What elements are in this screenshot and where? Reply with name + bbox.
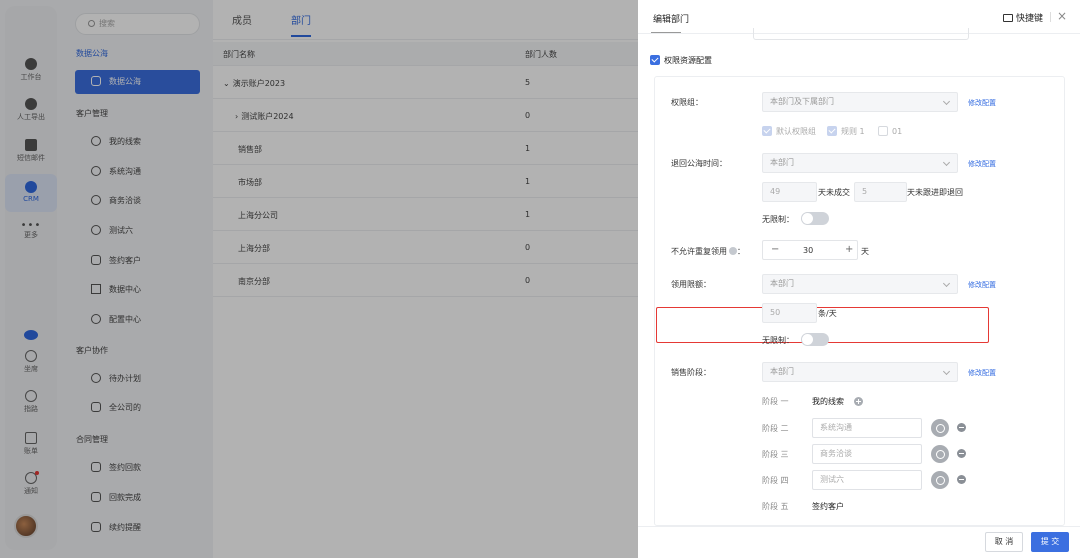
option-label: 默认权限组 xyxy=(776,127,816,136)
permission-config-checkbox[interactable]: 权限资源配置 xyxy=(650,55,712,66)
sales-stage-label: 销售阶段： xyxy=(671,368,711,377)
checkbox-checked-icon xyxy=(650,55,660,65)
permission-panel: 权限组： 本部门及下属部门 修改配置 默认权限组 规则 1 01 退回公海时间：… xyxy=(654,76,1065,526)
chevron-down-icon xyxy=(942,279,951,288)
no-deal-text: 天未成交 xyxy=(818,188,850,197)
permission-group-edit-link[interactable]: 修改配置 xyxy=(968,98,996,108)
stage-5-label: 阶段 五 xyxy=(762,502,789,511)
stage-4-label: 阶段 四 xyxy=(762,476,789,485)
unlimited-label: 无限制： xyxy=(762,215,794,224)
increment-button[interactable]: + xyxy=(845,244,853,255)
drawer-footer: 取 消 提 交 xyxy=(638,526,1080,558)
scrolled-field-input[interactable] xyxy=(753,28,969,40)
close-icon[interactable]: × xyxy=(1057,9,1067,23)
sales-stage-select[interactable]: 本部门 xyxy=(762,362,958,382)
chevron-down-icon xyxy=(942,158,951,167)
permission-config-label: 权限资源配置 xyxy=(664,56,712,65)
return-time-select[interactable]: 本部门 xyxy=(762,153,958,173)
stage-4-input[interactable]: 测试六 xyxy=(812,470,922,490)
submit-button[interactable]: 提 交 xyxy=(1031,532,1069,552)
stage-1-value: 我的线索 xyxy=(812,397,844,406)
divider xyxy=(1050,12,1051,22)
permission-group-select[interactable]: 本部门及下属部门 xyxy=(762,92,958,112)
select-value: 本部门 xyxy=(770,279,794,288)
claim-limit-edit-link[interactable]: 修改配置 xyxy=(968,280,996,290)
keyboard-icon xyxy=(1002,14,1013,22)
option-01[interactable]: 01 xyxy=(878,126,902,136)
sales-stage-edit-link[interactable]: 修改配置 xyxy=(968,368,996,378)
no-repeat-claim-text: 不允许重复领用 xyxy=(671,247,727,256)
label-colon: ： xyxy=(737,247,745,256)
option-label: 规则 1 xyxy=(841,127,865,136)
help-icon[interactable] xyxy=(729,247,737,255)
stage-2-label: 阶段 二 xyxy=(762,424,789,433)
unlimited-toggle[interactable] xyxy=(801,212,829,225)
stage-2-input[interactable]: 系统沟通 xyxy=(812,418,922,438)
stage-1-label: 阶段 一 xyxy=(762,397,789,406)
stage-5-value: 签约客户 xyxy=(812,502,844,511)
return-time-label: 退回公海时间： xyxy=(671,159,727,168)
remove-stage-icon[interactable] xyxy=(957,423,966,432)
cancel-button[interactable]: 取 消 xyxy=(985,532,1023,552)
option-label: 01 xyxy=(892,127,903,136)
no-repeat-days-stepper[interactable]: − 30 + xyxy=(762,240,858,260)
add-stage-icon[interactable] xyxy=(854,397,863,406)
permission-group-label: 权限组： xyxy=(671,98,703,107)
option-default-group[interactable]: 默认权限组 xyxy=(762,126,816,137)
modal-overlay[interactable] xyxy=(0,0,638,558)
stepper-value: 30 xyxy=(803,246,814,255)
stage-icon-picker[interactable] xyxy=(931,419,949,437)
remove-stage-icon[interactable] xyxy=(957,449,966,458)
no-follow-text: 天未跟进即退回 xyxy=(907,188,963,197)
stage-3-input[interactable]: 商务洽谈 xyxy=(812,444,922,464)
stage-icon-picker[interactable] xyxy=(931,445,949,463)
return-time-edit-link[interactable]: 修改配置 xyxy=(968,159,996,169)
stage-icon-picker[interactable] xyxy=(931,471,949,489)
unlimited-label: 无限制： xyxy=(762,336,794,345)
scrolled-field-label xyxy=(651,29,681,33)
shortcut-label: 快捷键 xyxy=(1015,14,1043,24)
option-rule-1[interactable]: 规则 1 xyxy=(827,126,865,137)
no-repeat-claim-label: 不允许重复领用 ： xyxy=(671,246,745,257)
select-value: 本部门 xyxy=(770,158,794,167)
remove-stage-icon[interactable] xyxy=(957,475,966,484)
days-no-follow-input[interactable]: 5 xyxy=(854,182,907,202)
daily-quota-input[interactable]: 50 xyxy=(762,303,817,323)
select-value: 本部门及下属部门 xyxy=(770,97,834,106)
quota-unit: 条/天 xyxy=(818,309,837,318)
days-no-deal-input[interactable]: 49 xyxy=(762,182,817,202)
unlimited-toggle[interactable] xyxy=(801,333,829,346)
decrement-button[interactable]: − xyxy=(771,244,779,255)
checkbox-unchecked-icon xyxy=(878,126,888,136)
claim-limit-select[interactable]: 本部门 xyxy=(762,274,958,294)
checkbox-disabled-checked-icon xyxy=(762,126,772,136)
edit-department-drawer: 编辑部门 快捷键 × 权限资源配置 权限组： 本部门及下属部门 修改配置 默认权… xyxy=(638,0,1080,558)
days-unit: 天 xyxy=(861,247,869,256)
claim-limit-label: 领用限额： xyxy=(671,280,711,289)
shortcut-button[interactable]: 快捷键 xyxy=(1002,11,1043,24)
checkbox-disabled-checked-icon xyxy=(827,126,837,136)
chevron-down-icon xyxy=(942,367,951,376)
drawer-title: 编辑部门 xyxy=(653,15,690,25)
stage-3-label: 阶段 三 xyxy=(762,450,789,459)
chevron-down-icon xyxy=(942,97,951,106)
select-value: 本部门 xyxy=(770,367,794,376)
